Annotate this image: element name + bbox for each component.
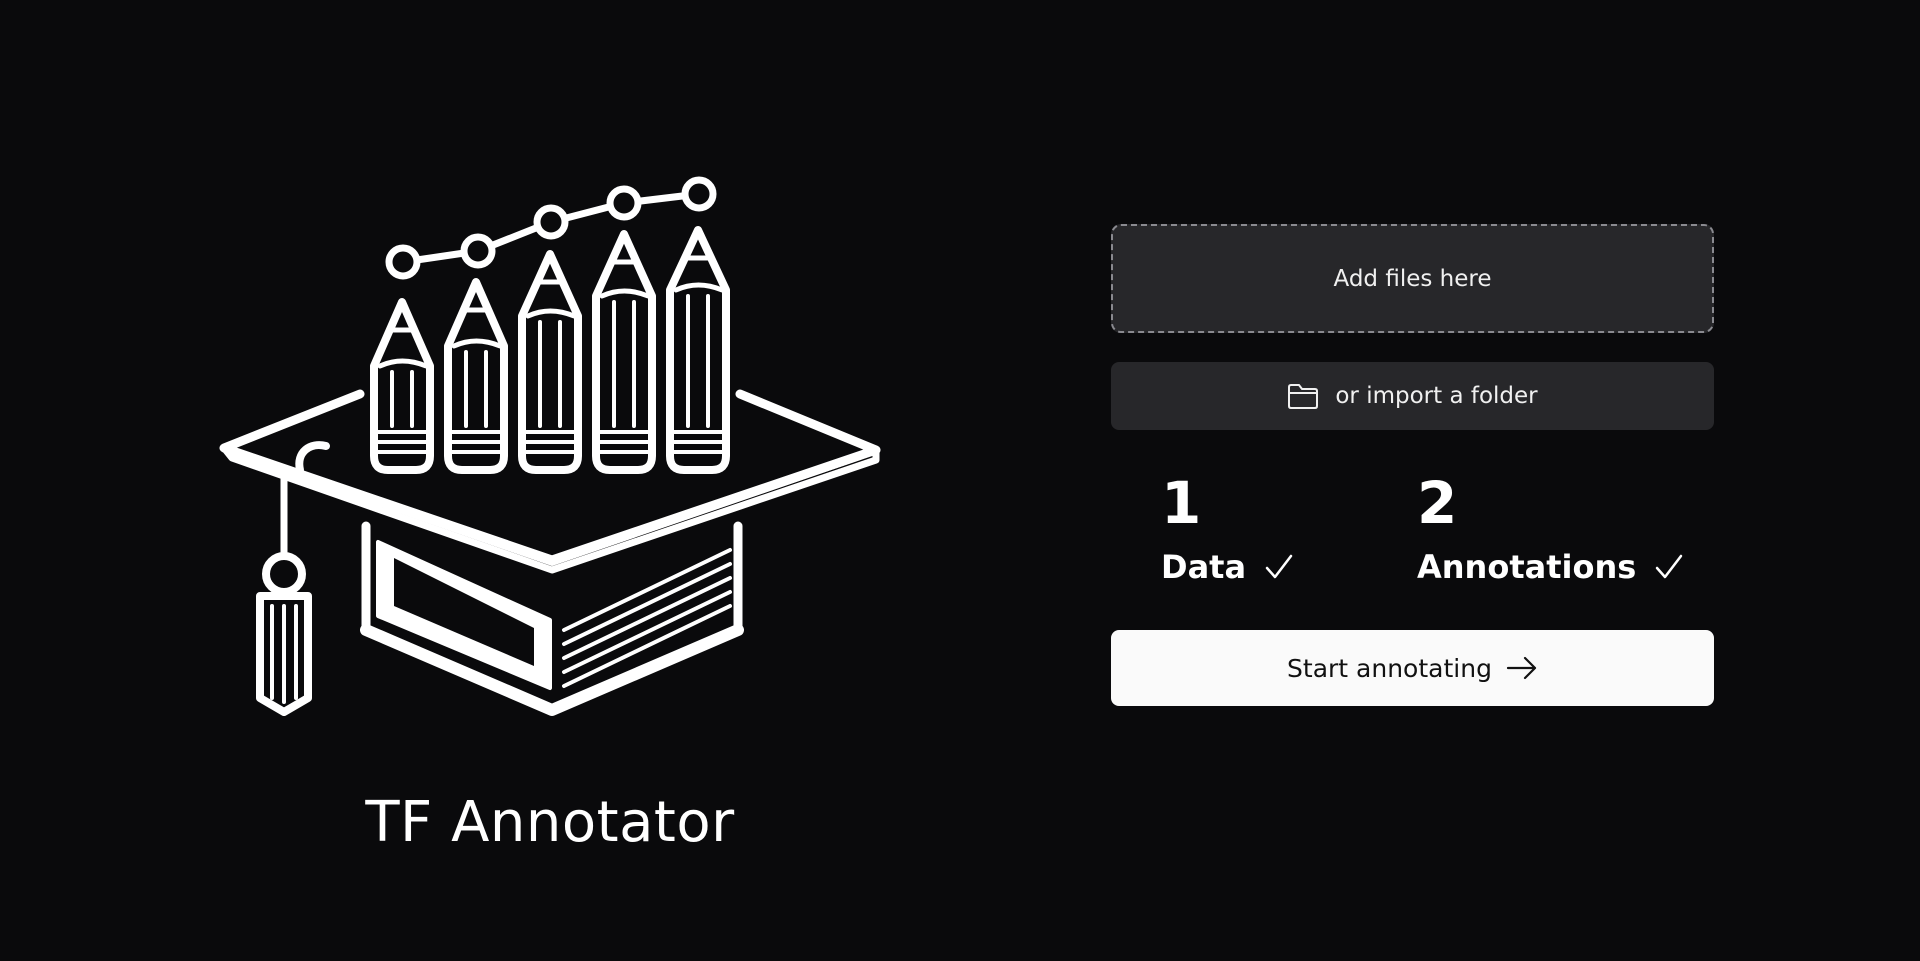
import-folder-button[interactable]: or import a folder: [1111, 362, 1714, 430]
app-title: TF Annotator: [365, 790, 735, 855]
folder-icon: [1287, 382, 1319, 410]
check-icon: [1264, 553, 1294, 581]
stat-annotations-label: Annotations: [1417, 548, 1637, 586]
stat-data-label-row: Data: [1161, 548, 1294, 586]
stat-data: 1 Data: [1161, 462, 1294, 586]
arrow-right-icon: [1506, 656, 1538, 680]
stat-data-label: Data: [1161, 548, 1247, 586]
file-dropzone[interactable]: Add files here: [1111, 224, 1714, 333]
app-root: TF Annotator Add files here or import a …: [0, 0, 1920, 961]
dropzone-label: Add files here: [1333, 265, 1492, 292]
check-icon: [1654, 553, 1684, 581]
import-panel: Add files here or import a folder 1 Data: [1111, 224, 1714, 706]
hero: TF Annotator: [200, 150, 900, 870]
stat-annotations-number: 2: [1417, 469, 1458, 537]
start-annotating-button[interactable]: Start annotating: [1111, 630, 1714, 706]
stats: 1 Data 2 Annotations: [1111, 462, 1714, 630]
graduation-cap-pencil-chart-icon: [200, 150, 900, 720]
stat-data-number: 1: [1161, 469, 1202, 537]
start-annotating-label: Start annotating: [1287, 653, 1492, 683]
stat-annotations-label-row: Annotations: [1417, 548, 1684, 586]
import-folder-label: or import a folder: [1335, 383, 1538, 409]
stat-annotations: 2 Annotations: [1417, 462, 1684, 586]
